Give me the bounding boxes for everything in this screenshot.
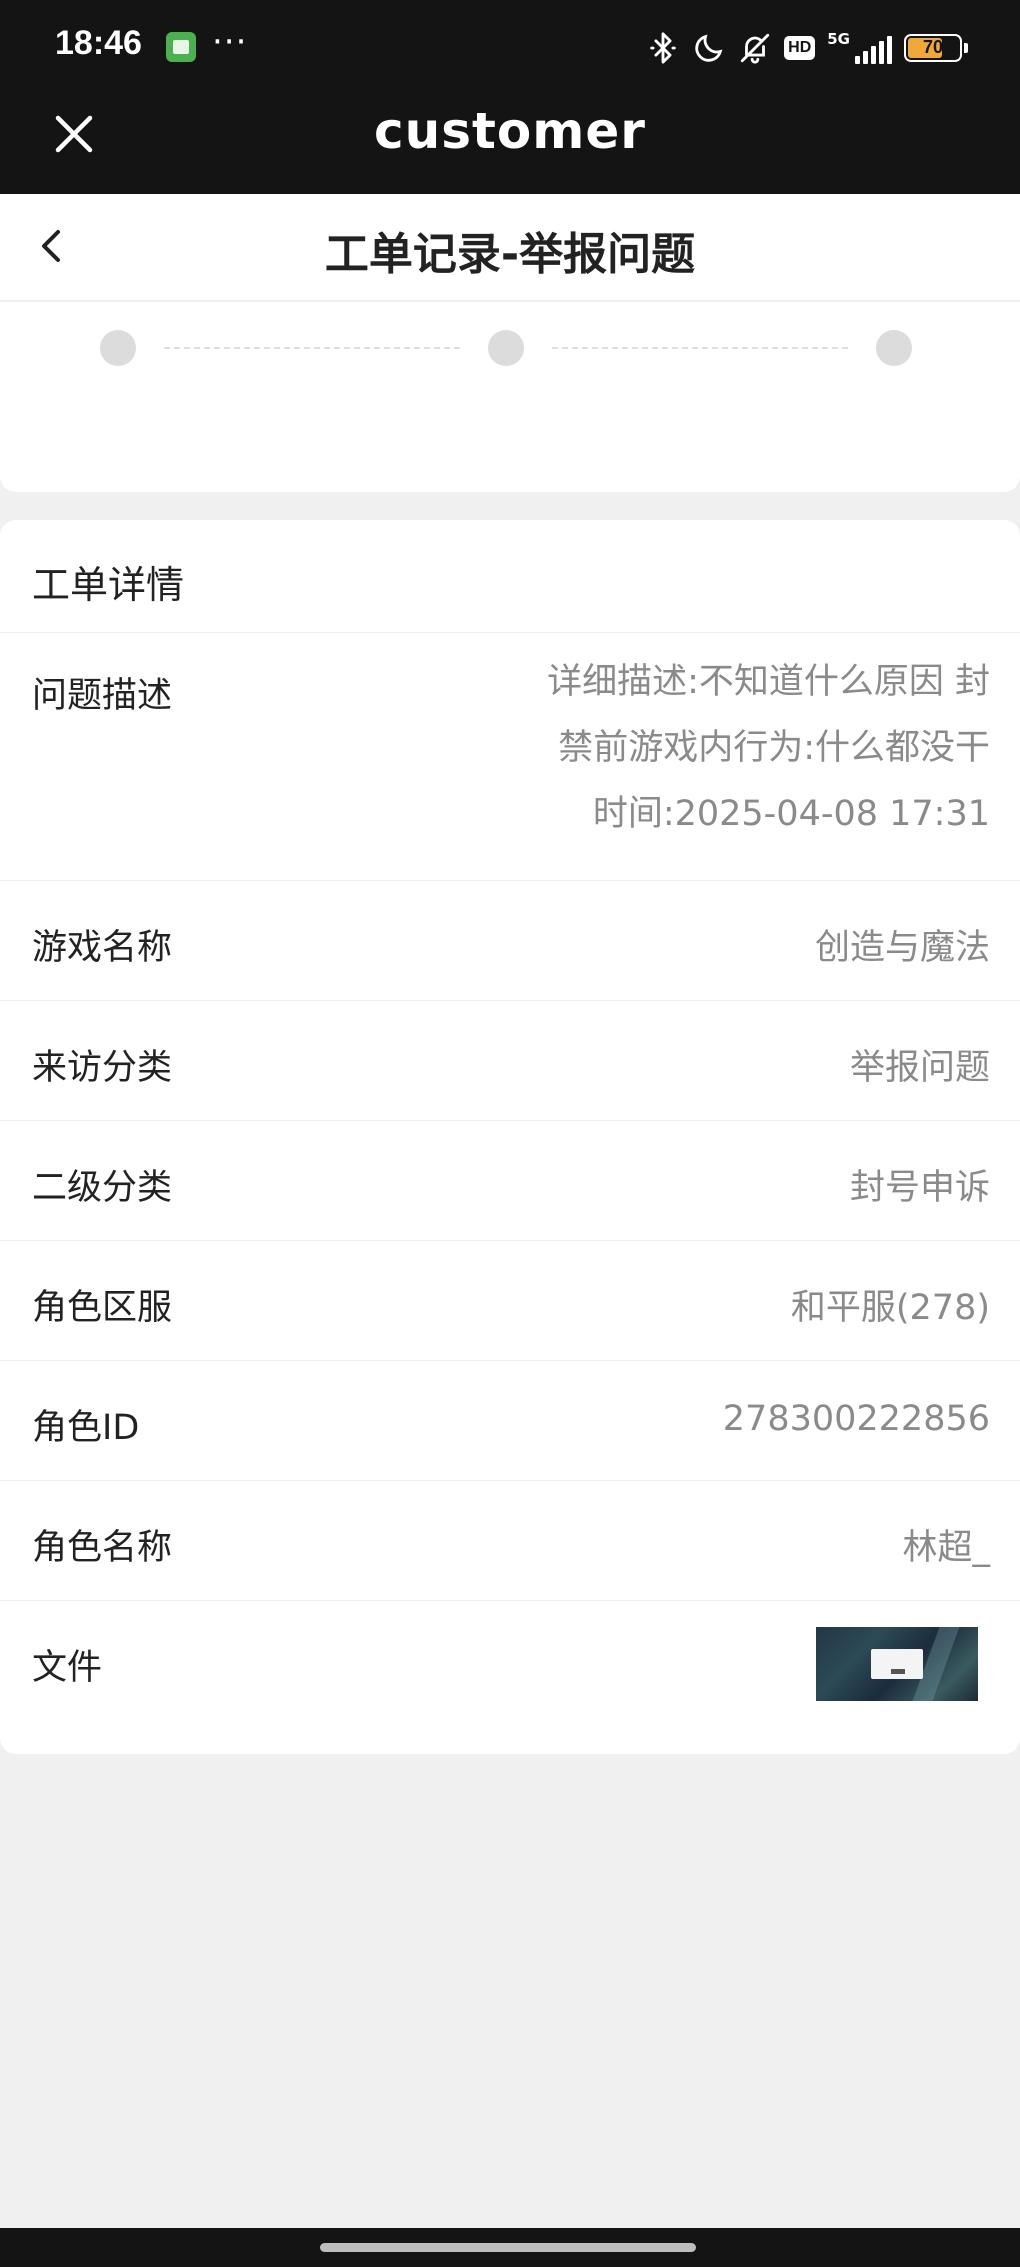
description-line: 禁前游戏内行为:什么都没干 [558,728,990,768]
detail-row-role-id: 角色ID 278300222856 [0,1360,1020,1480]
step-dot-2 [488,330,524,366]
row-label: 角色名称 [32,1528,173,1568]
detail-row-subcategory: 二级分类 封号申诉 [0,1120,1020,1240]
screenshot-thumbnail[interactable] [816,1627,978,1701]
ticket-detail-card: 工单详情 问题描述 详细描述:不知道什么原因 封 禁前游戏内行为:什么都没干 时… [0,520,1020,1754]
row-label: 问题描述 [32,676,173,716]
thumbnail-dialog [871,1649,923,1679]
row-label: 来访分类 [32,1048,173,1088]
moon-icon [695,34,723,62]
step-connector-2 [552,347,848,349]
step-dot-1 [100,330,136,366]
battery-icon: 70 [904,34,968,62]
page-header: 工单记录-举报问题 [0,194,1020,300]
network-type: 5G [827,30,850,48]
detail-row-description: 问题描述 详细描述:不知道什么原因 封 禁前游戏内行为:什么都没干 时间:202… [0,632,1020,880]
detail-row-role-name: 角色名称 林超_ [0,1480,1020,1600]
status-time: 18:46 [55,24,142,62]
battery-level: 70 [922,37,944,57]
detail-row-game-name: 游戏名称 创造与魔法 [0,880,1020,1000]
row-value: 林超_ [902,1528,990,1568]
row-label: 文件 [32,1648,103,1688]
description-value: 详细描述:不知道什么原因 封 禁前游戏内行为:什么都没干 时间:2025-04-… [547,649,990,847]
bell-off-icon [740,33,770,64]
row-label: 角色ID [32,1408,140,1448]
page-title: 工单记录-举报问题 [324,229,696,280]
detail-row-server: 角色区服 和平服(278) [0,1240,1020,1360]
app-bar: customer [0,94,1020,194]
hd-badge: HD [784,36,816,60]
step-connector-1 [164,347,460,349]
app-title: customer [374,102,646,160]
step-dot-3 [876,330,912,366]
row-label: 角色区服 [32,1288,173,1328]
signal-icon: 5G [827,32,892,64]
status-icons: HD 5G 70 [646,28,968,68]
bluetooth-icon [650,32,676,64]
card-title: 工单详情 [32,563,185,607]
row-label: 游戏名称 [32,928,173,968]
system-nav-bar [0,2228,1020,2267]
row-value: 创造与魔法 [814,928,990,968]
progress-steps [0,302,1020,492]
detail-row-visit-category: 来访分类 举报问题 [0,1000,1020,1120]
description-line: 详细描述:不知道什么原因 封 [547,662,990,702]
status-bar: 18:46 ··· HD 5G 70 [0,0,1020,94]
home-indicator[interactable] [320,2243,696,2252]
row-value: 278300222856 [722,1399,990,1439]
row-value: 封号申诉 [849,1168,990,1208]
detail-row-file: 文件 [0,1600,1020,1732]
more-notifications-icon: ··· [212,22,248,62]
row-value: 和平服(278) [790,1288,990,1328]
row-label: 二级分类 [32,1168,173,1208]
description-line: 时间:2025-04-08 17:31 [592,794,990,834]
row-value: 举报问题 [849,1048,990,1088]
gallery-app-icon [166,32,196,62]
